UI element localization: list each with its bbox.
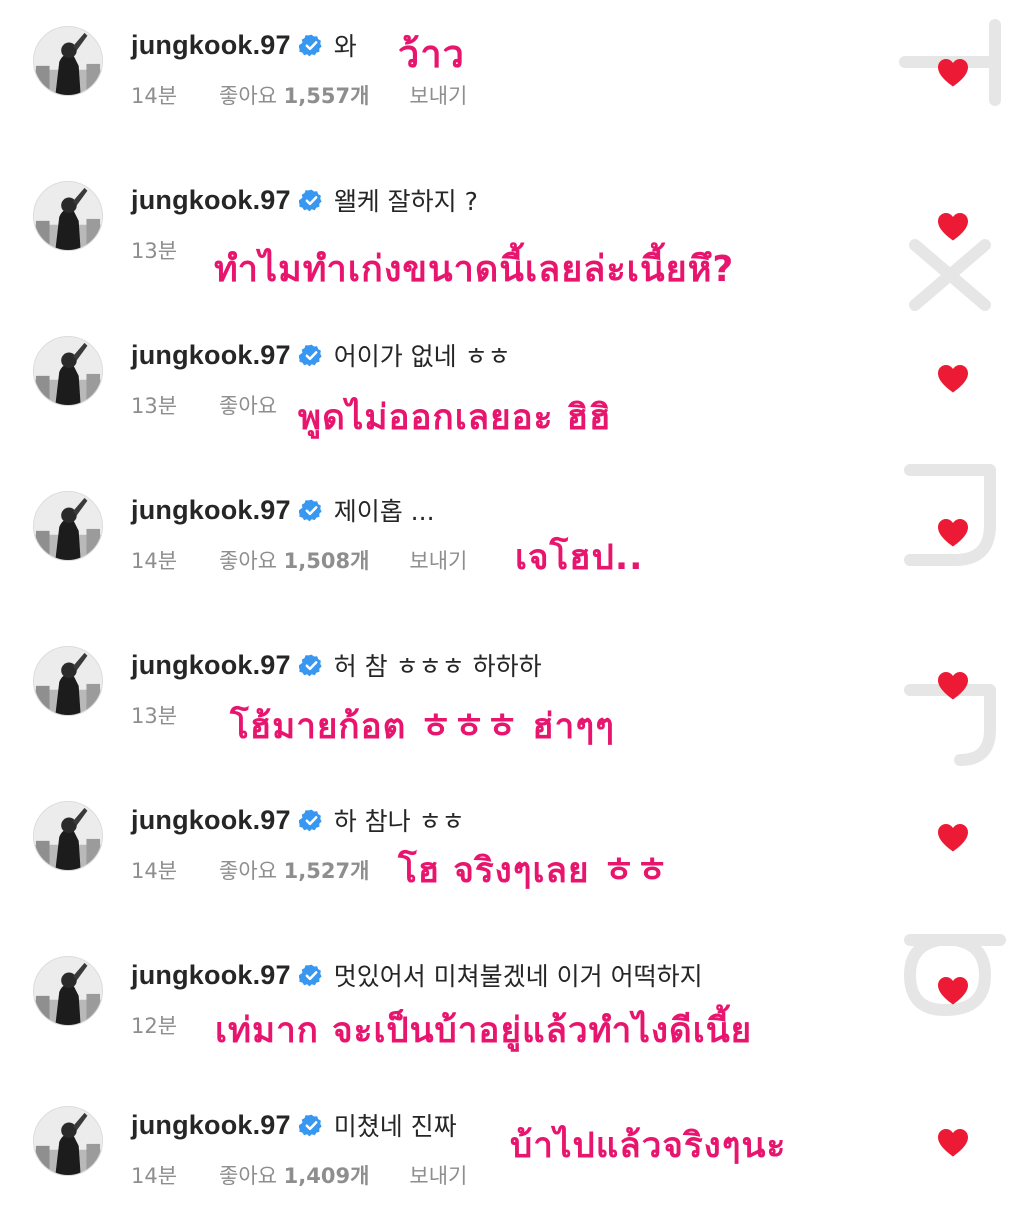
comment-time: 14분 bbox=[131, 84, 178, 108]
comment-time: 12분 bbox=[131, 1014, 178, 1038]
avatar[interactable] bbox=[33, 646, 103, 716]
verified-badge-icon bbox=[298, 343, 324, 368]
avatar[interactable] bbox=[33, 801, 103, 871]
avatar[interactable] bbox=[33, 181, 103, 251]
translation-annotation: ทำไมทำเก่งขนาดนี้เลยล่ะเนี้ยหึ? bbox=[214, 249, 735, 290]
likes-number: 1,527개 bbox=[283, 859, 370, 883]
heart-icon[interactable] bbox=[937, 1128, 969, 1157]
likes-count[interactable]: 좋아요 1,557개 bbox=[219, 80, 369, 110]
likes-number: 1,557개 bbox=[283, 84, 370, 108]
verified-badge-icon bbox=[298, 188, 324, 213]
likes-label: 좋아요 bbox=[219, 394, 277, 418]
avatar[interactable] bbox=[33, 1106, 103, 1176]
comment-text: 허 참 ㅎㅎㅎ 하하하 bbox=[333, 652, 542, 681]
comment-time: 14분 bbox=[131, 859, 178, 883]
likes-count[interactable]: 좋아요 bbox=[219, 390, 277, 420]
heart-icon[interactable] bbox=[937, 823, 969, 852]
username[interactable]: jungkook.97 bbox=[131, 960, 291, 991]
comment-item: jungkook.97 제이홉 ... 14분 좋아요 1,508개 보내기 bbox=[0, 465, 1022, 615]
likes-count[interactable]: 좋아요 1,527개 bbox=[219, 855, 369, 885]
comment-text: 멋있어서 미쳐불겠네 이거 어떡하지 bbox=[333, 962, 703, 991]
likes-count[interactable]: 좋아요 1,409개 bbox=[219, 1160, 369, 1190]
username[interactable]: jungkook.97 bbox=[131, 1110, 291, 1141]
username[interactable]: jungkook.97 bbox=[131, 805, 291, 836]
likes-number: 1,409개 bbox=[283, 1164, 370, 1188]
username[interactable]: jungkook.97 bbox=[131, 495, 291, 526]
comment-text: 어이가 없네 ㅎㅎ bbox=[333, 342, 511, 371]
heart-icon[interactable] bbox=[937, 671, 969, 700]
heart-icon[interactable] bbox=[937, 58, 969, 87]
comment-text: 하 참나 ㅎㅎ bbox=[333, 807, 465, 836]
avatar[interactable] bbox=[33, 956, 103, 1026]
verified-badge-icon bbox=[298, 1113, 324, 1138]
avatar[interactable] bbox=[33, 336, 103, 406]
comment-time: 13분 bbox=[131, 239, 178, 263]
verified-badge-icon bbox=[298, 653, 324, 678]
heart-icon[interactable] bbox=[937, 364, 969, 393]
username[interactable]: jungkook.97 bbox=[131, 340, 291, 371]
likes-label: 좋아요 bbox=[219, 549, 277, 573]
heart-icon[interactable] bbox=[937, 518, 969, 547]
verified-badge-icon bbox=[298, 963, 324, 988]
comment-text: 와 bbox=[333, 32, 357, 61]
username[interactable]: jungkook.97 bbox=[131, 30, 291, 61]
translation-annotation: เท่มาก จะเป็นบ้าอยู่แล้วทำไงดีเนี้ย bbox=[215, 1011, 753, 1051]
translation-annotation: โฮ จริงๆเลย ㅎㅎ bbox=[398, 851, 670, 891]
reply-button[interactable]: 보내기 bbox=[409, 545, 467, 575]
heart-icon[interactable] bbox=[937, 212, 969, 241]
heart-icon[interactable] bbox=[937, 976, 969, 1005]
comment-time: 13분 bbox=[131, 704, 178, 728]
reply-button[interactable]: 보내기 bbox=[409, 1160, 467, 1190]
verified-badge-icon bbox=[298, 33, 324, 58]
username[interactable]: jungkook.97 bbox=[131, 650, 291, 681]
comment-text: 제이홉 ... bbox=[333, 497, 435, 526]
verified-badge-icon bbox=[298, 808, 324, 833]
translation-annotation: ว้าว bbox=[398, 32, 466, 76]
translation-annotation: เจโฮป.. bbox=[515, 538, 644, 578]
comment-text: 왤케 잘하지 ? bbox=[333, 187, 478, 216]
reply-button[interactable]: 보내기 bbox=[409, 80, 467, 110]
verified-badge-icon bbox=[298, 498, 324, 523]
comment-item: jungkook.97 와 14분 좋아요 1,557개 보내기 bbox=[0, 0, 1022, 150]
comment-time: 13분 bbox=[131, 394, 178, 418]
translation-annotation: พูดไม่ออกเลยอะ ฮิฮิ bbox=[298, 398, 612, 438]
username[interactable]: jungkook.97 bbox=[131, 185, 291, 216]
comment-text: 미쳤네 진짜 bbox=[333, 1112, 457, 1141]
likes-label: 좋아요 bbox=[219, 859, 277, 883]
likes-number: 1,508개 bbox=[283, 549, 370, 573]
likes-count[interactable]: 좋아요 1,508개 bbox=[219, 545, 369, 575]
translation-annotation: บ้าไปแล้วจริงๆนะ bbox=[510, 1126, 787, 1166]
avatar[interactable] bbox=[33, 491, 103, 561]
comment-time: 14분 bbox=[131, 549, 178, 573]
likes-label: 좋아요 bbox=[219, 84, 277, 108]
likes-label: 좋아요 bbox=[219, 1164, 277, 1188]
comment-time: 14분 bbox=[131, 1164, 178, 1188]
translation-annotation: โฮ้มายก้อต ㅎㅎㅎ ฮ่าๆๆ bbox=[230, 707, 615, 747]
avatar[interactable] bbox=[33, 26, 103, 96]
